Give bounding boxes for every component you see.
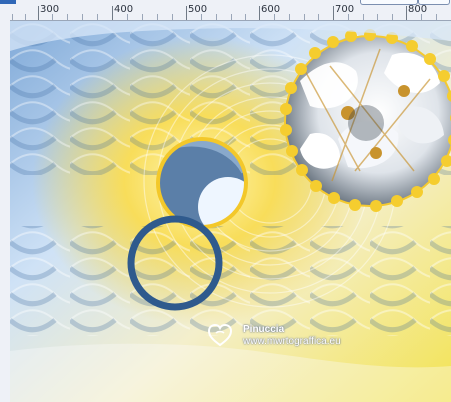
ruler-minor-tick xyxy=(157,14,158,20)
wave-band-middle xyxy=(10,226,451,336)
ruler-minor-tick xyxy=(216,14,217,20)
ruler-major-tick xyxy=(38,6,39,20)
image-canvas[interactable]: Pinuccia www.mwrtograffica.eu xyxy=(10,21,451,402)
ruler-label-600: 600 xyxy=(261,4,281,15)
ruler-minor-tick xyxy=(172,14,173,20)
ruler-label-700: 700 xyxy=(335,4,355,15)
ruler-minor-tick xyxy=(127,14,128,20)
ruler-minor-tick xyxy=(289,14,290,20)
ruler-minor-tick xyxy=(201,14,202,20)
ruler-minor-tick xyxy=(363,14,364,20)
ruler-minor-tick xyxy=(142,14,143,20)
watermark: Pinuccia www.mwrtograffica.eu xyxy=(207,323,347,363)
scrollbar-left-segment[interactable] xyxy=(0,0,16,4)
ruler-minor-tick xyxy=(304,14,305,20)
ruler-major-tick xyxy=(186,6,187,20)
ruler-minor-tick xyxy=(52,14,53,20)
ruler-label-500: 500 xyxy=(188,4,208,15)
ruler-minor-tick xyxy=(67,14,68,20)
ruler-minor-tick xyxy=(318,14,319,20)
ruler-minor-tick xyxy=(392,14,393,20)
ruler-major-tick xyxy=(112,6,113,20)
ruler-label-300: 300 xyxy=(40,4,60,15)
horizontal-ruler: 300 400 500 600 700 800 xyxy=(0,0,451,21)
ruler-minor-tick xyxy=(274,14,275,20)
ruler-minor-tick xyxy=(377,14,378,20)
ruler-minor-tick xyxy=(421,14,422,20)
heart-shield-icon xyxy=(207,323,233,347)
ruler-major-tick xyxy=(259,6,260,20)
image-editor-window: 300 400 500 600 700 800 Pinuccia www.mwr… xyxy=(0,0,451,402)
ruler-minor-tick xyxy=(231,14,232,20)
ruler-minor-tick xyxy=(436,14,437,20)
ruler-minor-tick xyxy=(82,14,83,20)
ruler-major-tick xyxy=(406,6,407,20)
ruler-minor-tick xyxy=(12,14,13,20)
ruler-label-800: 800 xyxy=(408,4,428,15)
ruler-minor-tick xyxy=(348,14,349,20)
ruler-major-tick xyxy=(333,6,334,20)
ruler-minor-tick xyxy=(25,14,26,20)
ruler-label-400: 400 xyxy=(114,4,134,15)
ruler-minor-tick xyxy=(97,14,98,20)
watermark-brand: Pinuccia xyxy=(243,324,285,335)
ruler-minor-tick xyxy=(245,14,246,20)
watermark-site: www.mwrtograffica.eu xyxy=(243,336,341,347)
